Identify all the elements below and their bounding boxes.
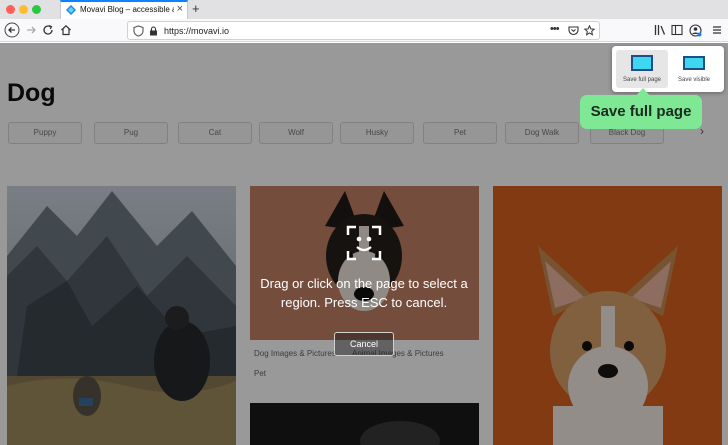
save-full-page-tooltip: Save full page [580,95,702,129]
arrow-left-icon [4,22,20,38]
save-visible-button[interactable]: Save visible [668,50,720,88]
save-full-page-button[interactable]: Save full page [616,50,668,88]
close-window-button[interactable] [6,5,15,14]
tab-strip: Movavi Blog – accessible artic... × + [0,0,728,19]
url-text[interactable]: https://movavi.io [164,25,229,37]
account-icon [688,23,702,37]
library-button[interactable] [652,22,668,38]
save-full-page-label: Save full page [622,77,662,83]
tab-movavi-blog[interactable]: Movavi Blog – accessible artic... × [60,0,188,19]
selection-hint: Drag or click on the page to select a re… [260,276,468,310]
library-icon [654,25,665,35]
reload-icon [43,24,53,35]
new-tab-button[interactable]: + [192,0,200,18]
menu-button[interactable] [709,22,725,38]
tab-close-icon[interactable]: × [177,3,183,15]
lock-icon[interactable] [149,26,158,36]
home-button[interactable] [58,22,74,38]
tab-title: Movavi Blog – accessible artic... [80,5,174,14]
hamburger-menu-icon [713,26,721,34]
sidebar-icon [671,24,683,36]
star-icon[interactable] [584,25,595,36]
full-page-icon [631,55,653,71]
browser-window: Movavi Blog – accessible artic... × + [0,0,728,445]
cancel-button[interactable]: Cancel [334,332,394,356]
url-bar[interactable]: https://movavi.io ••• [127,21,600,40]
arrow-right-icon [27,26,36,34]
sidebar-button[interactable] [669,22,685,38]
minimize-window-button[interactable] [19,5,28,14]
back-button[interactable] [4,22,20,38]
movavi-favicon-icon [66,5,76,15]
select-region-icon [346,225,382,261]
forward-button[interactable] [23,22,39,38]
save-visible-label: Save visible [677,77,710,83]
account-button[interactable] [687,22,703,38]
home-icon [61,24,71,36]
reload-button[interactable] [40,22,56,38]
zoom-window-button[interactable] [32,5,41,14]
visible-area-icon [683,56,705,70]
pocket-icon[interactable] [568,25,579,36]
screenshot-save-panel: Save full page Save visible [612,46,724,92]
more-dots-icon[interactable]: ••• [550,23,560,35]
nav-toolbar: https://movavi.io ••• [0,19,728,42]
tracking-shield-icon[interactable] [133,25,144,37]
